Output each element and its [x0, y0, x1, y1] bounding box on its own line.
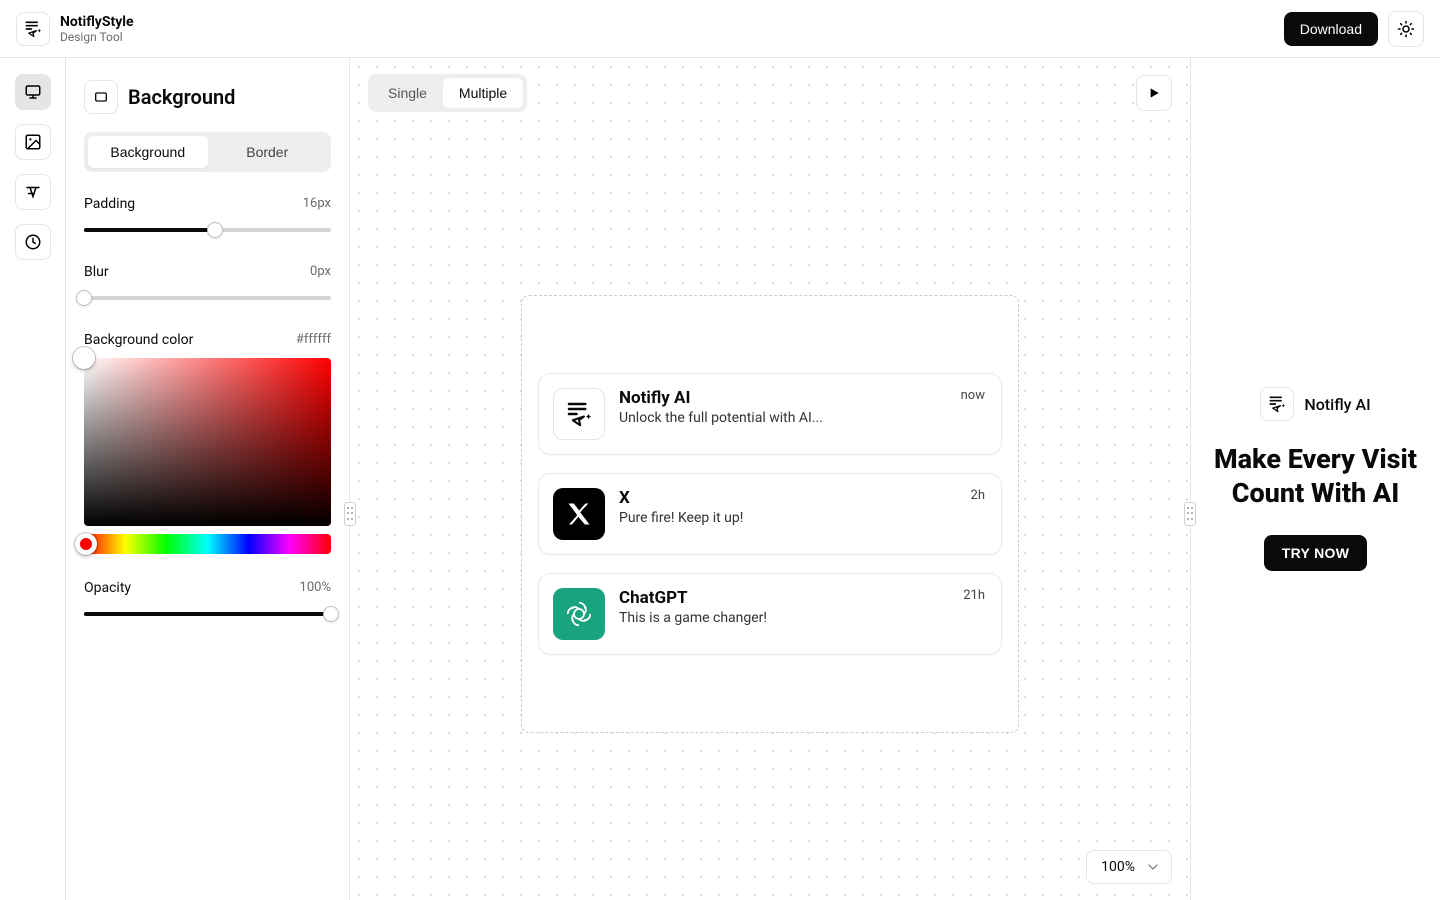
rail-text[interactable] — [15, 174, 51, 210]
try-now-button[interactable]: TRY NOW — [1264, 535, 1367, 571]
mode-tabs: Single Multiple — [368, 74, 527, 112]
app-subtitle: Design Tool — [60, 30, 134, 44]
mode-single[interactable]: Single — [372, 78, 443, 108]
notification-time: now — [961, 388, 985, 403]
color-sv-thumb[interactable] — [73, 347, 95, 369]
tool-rail — [0, 58, 66, 900]
chatgpt-icon — [553, 588, 605, 640]
blur-control: Blur 0px — [84, 264, 331, 306]
zoom-value: 100% — [1101, 859, 1135, 875]
x-icon — [553, 488, 605, 540]
text-icon — [24, 183, 42, 201]
padding-control: Padding 16px — [84, 196, 331, 238]
canvas: Single Multiple Notifly AI Unlock the fu… — [350, 58, 1190, 900]
notification-card[interactable]: ChatGPT This is a game changer! 21h — [538, 573, 1002, 655]
opacity-label: Opacity — [84, 580, 131, 596]
download-button[interactable]: Download — [1284, 12, 1378, 46]
promo-logo — [1260, 387, 1294, 421]
notification-message: Pure fire! Keep it up! — [619, 510, 987, 526]
blur-value: 0px — [310, 264, 331, 280]
play-button[interactable] — [1136, 75, 1172, 111]
rail-image[interactable] — [15, 124, 51, 160]
tab-background[interactable]: Background — [88, 136, 208, 168]
color-hue-slider[interactable] — [84, 534, 331, 554]
color-picker: Background color #ffffff — [84, 332, 331, 554]
image-icon — [24, 133, 42, 151]
play-icon — [1146, 85, 1162, 101]
opacity-slider-thumb[interactable] — [323, 606, 339, 622]
bg-border-tabs: Background Border — [84, 132, 331, 172]
theme-toggle[interactable] — [1388, 11, 1424, 47]
color-hue-thumb[interactable] — [75, 533, 97, 555]
tab-border[interactable]: Border — [208, 136, 328, 168]
mode-multiple[interactable]: Multiple — [443, 78, 523, 108]
rect-icon — [93, 89, 109, 105]
notification-card[interactable]: X Pure fire! Keep it up! 2h — [538, 473, 1002, 555]
promo-brand-name: Notifly AI — [1304, 395, 1370, 414]
zoom-select[interactable]: 100% — [1086, 850, 1172, 884]
history-icon — [24, 233, 42, 251]
promo-panel: Notifly AI Make Every Visit Count With A… — [1190, 58, 1440, 900]
notification-message: This is a game changer! — [619, 610, 987, 626]
rail-history[interactable] — [15, 224, 51, 260]
section-icon — [84, 80, 118, 114]
notification-card[interactable]: Notifly AI Unlock the full potential wit… — [538, 373, 1002, 455]
sun-icon — [1397, 20, 1415, 38]
notification-title: Notifly AI — [619, 388, 987, 408]
padding-slider-thumb[interactable] — [207, 222, 223, 238]
rail-background[interactable] — [15, 74, 51, 110]
notification-message: Unlock the full potential with AI... — [619, 410, 987, 426]
opacity-value: 100% — [300, 580, 331, 596]
opacity-control: Opacity 100% — [84, 580, 331, 622]
section-title: Background — [128, 85, 235, 109]
resize-handle-right[interactable] — [1184, 502, 1196, 526]
bgcolor-hex: #ffffff — [296, 332, 331, 348]
notification-title: X — [619, 488, 987, 508]
promo-heading: Make Every Visit Count With AI — [1209, 443, 1422, 511]
bgcolor-label: Background color — [84, 332, 193, 348]
opacity-slider[interactable] — [84, 606, 331, 622]
notifly-icon — [553, 388, 605, 440]
blur-slider[interactable] — [84, 290, 331, 306]
padding-label: Padding — [84, 196, 135, 212]
notification-time: 2h — [971, 488, 985, 503]
resize-handle-left[interactable] — [344, 502, 356, 526]
blur-label: Blur — [84, 264, 109, 280]
padding-value: 16px — [303, 196, 331, 212]
notification-title: ChatGPT — [619, 588, 987, 608]
app-title: NotiflyStyle — [60, 14, 134, 30]
sidebar: Background Background Border Padding 16p… — [66, 58, 350, 900]
notification-time: 21h — [963, 588, 985, 603]
app-logo — [16, 12, 50, 46]
padding-slider[interactable] — [84, 222, 331, 238]
preview-frame[interactable]: Notifly AI Unlock the full potential wit… — [521, 295, 1019, 733]
monitor-icon — [24, 83, 42, 101]
blur-slider-thumb[interactable] — [76, 290, 92, 306]
chevron-down-icon — [1145, 859, 1161, 875]
color-saturation-field[interactable] — [84, 358, 331, 526]
